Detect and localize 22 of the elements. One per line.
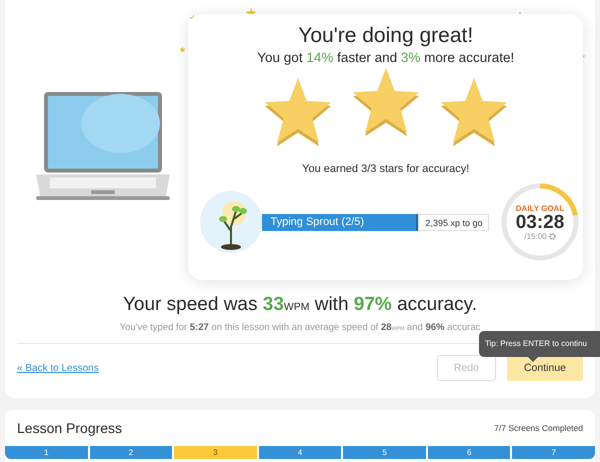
screens-count: 7/7 Screens Completed	[494, 423, 583, 433]
xp-remaining: 2,395 xp to go	[418, 214, 490, 230]
progress-segment: 7	[512, 446, 595, 459]
progress-segment: 4	[258, 446, 342, 459]
progress-segment: 1	[5, 446, 88, 459]
progress-segment: 2	[90, 446, 172, 459]
action-button[interactable]: Continue	[506, 355, 583, 381]
settings-icon[interactable]	[548, 232, 556, 240]
rank-bar: Typing Sprout (2/5)	[262, 214, 418, 230]
stars-caption: You earned 3/3 stars for accuracy!	[302, 163, 470, 175]
tooltip: Tip: Press ENTER to continu	[479, 331, 600, 362]
goal-target: /15:00	[524, 232, 547, 240]
goal-time: 03:28	[516, 212, 564, 232]
panel-title: Lesson Progress	[17, 420, 122, 436]
back-link[interactable]: « Back to Lessons	[17, 362, 99, 374]
result-title: You're doing great!	[298, 24, 474, 48]
improvement-text: You got 14% faster and 3% more accurate!	[257, 50, 514, 65]
progress-segment: 3	[174, 446, 257, 459]
progress-segment: 5	[343, 446, 426, 459]
plant-icon	[200, 191, 262, 253]
progress-segment: 6	[428, 446, 510, 459]
goal-label: DAILY GOAL	[516, 204, 564, 212]
